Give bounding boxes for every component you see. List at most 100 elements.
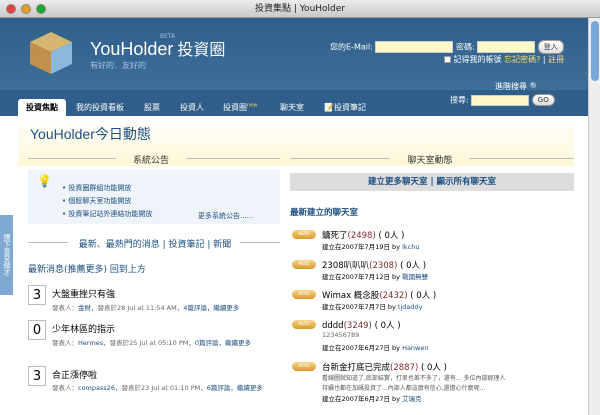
search-go-button[interactable]: GO bbox=[531, 94, 555, 106]
window-controls[interactable] bbox=[6, 4, 46, 14]
announcements-heading: 系統公告 bbox=[132, 156, 169, 166]
vertical-scrollbar[interactable] bbox=[588, 18, 600, 415]
divider bbox=[28, 158, 116, 159]
remember-checkbox[interactable] bbox=[444, 56, 451, 63]
lightbulb-icon: 💡 bbox=[37, 174, 52, 188]
announcement-item[interactable]: 投資筆記站外連結功能開放 bbox=[62, 209, 152, 219]
password-field[interactable] bbox=[477, 41, 536, 53]
meta-prefix: 發表人： bbox=[52, 339, 78, 347]
tab-label: 投資人 bbox=[180, 103, 204, 112]
read-more-link[interactable]: ，繼續更多 bbox=[207, 304, 240, 312]
meta-date: ，發表於28 Jul at 11:54 AM， bbox=[91, 304, 184, 312]
chatroom-number: (3249) bbox=[343, 321, 372, 331]
comments-link[interactable]: 4篇評論 bbox=[183, 304, 207, 312]
chatroom-title[interactable]: 2308叭叭叭(2308) ( 0人 ) bbox=[322, 259, 426, 271]
comments-link[interactable]: 6篇評論 bbox=[207, 384, 231, 392]
divider bbox=[290, 158, 390, 159]
minimize-icon[interactable] bbox=[21, 4, 31, 14]
scrollbar-thumb[interactable] bbox=[591, 21, 599, 81]
add-chatroom-button[interactable]: ADD bbox=[292, 260, 316, 269]
announcement-item[interactable]: 個股聊天室功能開放 bbox=[62, 196, 131, 206]
forgot-password-link[interactable]: 忘記密碼? bbox=[504, 55, 540, 64]
zoom-icon[interactable] bbox=[36, 4, 46, 14]
tab-investors[interactable]: 投資人 bbox=[172, 99, 212, 116]
meta-prefix: 發表人： bbox=[52, 384, 78, 392]
notes-icon: 📝 bbox=[324, 103, 334, 112]
tab-investment-circle[interactable]: 投資圈new bbox=[215, 99, 265, 116]
brand-logo[interactable]: YouHolder 投資圈 bbox=[90, 36, 225, 60]
tab-investment-focus[interactable]: 投資焦點 bbox=[18, 99, 66, 116]
online-count: ( 0人 ) bbox=[400, 261, 427, 271]
creator-link[interactable]: 戰國無雙 bbox=[402, 273, 428, 281]
recommend-more-link[interactable]: (推薦更多) bbox=[64, 265, 107, 275]
post-author[interactable]: Hermes bbox=[78, 339, 103, 347]
read-more-link[interactable]: ，繼續更多 bbox=[218, 339, 251, 347]
chatroom-title[interactable]: Wimax 概念股(2432) ( 0人 ) bbox=[322, 289, 436, 301]
create-chatroom-link[interactable]: 建立更多聊天室 bbox=[368, 177, 428, 187]
creator-link[interactable]: lkchu bbox=[402, 243, 419, 251]
tab-my-dashboard[interactable]: 我的投資看板 bbox=[68, 99, 132, 116]
email-field[interactable] bbox=[375, 41, 454, 53]
login-button[interactable]: 登入 bbox=[537, 40, 564, 54]
page: YouHolder 投資圈 BETA 有好的．友好的 您的E-Mail: 密碼: … bbox=[0, 18, 588, 415]
feedback-label: 做才 bbox=[3, 262, 11, 276]
chatroom-meta: 建立在2007年6月27日 by 艾瑞克 bbox=[322, 393, 422, 403]
add-chatroom-button[interactable]: ADD bbox=[292, 320, 316, 329]
brand-name: YouHolder bbox=[90, 39, 174, 59]
back-to-top-link[interactable]: 回到上方 bbox=[110, 265, 146, 275]
cube-logo-icon bbox=[30, 32, 72, 74]
separator: | bbox=[542, 55, 546, 64]
close-icon[interactable] bbox=[6, 4, 16, 14]
register-link[interactable]: 註冊 bbox=[548, 55, 564, 64]
comments-link[interactable]: 0篇評論 bbox=[195, 339, 219, 347]
show-all-chatrooms-link[interactable]: 顯示所有聊天室 bbox=[437, 177, 497, 187]
add-chatroom-button[interactable]: ADD bbox=[292, 230, 316, 239]
online-count: ( 0人 ) bbox=[410, 291, 437, 301]
creator-link[interactable]: tjdaddy bbox=[398, 303, 423, 311]
chatroom-description: 看線圖就知道了,底部結實，打呆也差不多了，還有... 多位內部經理人 bbox=[322, 375, 506, 382]
add-chatroom-button[interactable]: ADD bbox=[292, 362, 316, 371]
add-chatroom-button[interactable]: ADD bbox=[292, 290, 316, 299]
chatroom-title[interactable]: 鏞死了(2498) ( 0人 ) bbox=[322, 229, 404, 241]
window-title: 投資集點 | YouHolder bbox=[255, 4, 345, 14]
tab-notes[interactable]: 📝投資筆記 bbox=[316, 99, 374, 116]
tab-label: 投資筆記 bbox=[333, 103, 366, 112]
latest-news-label: 最新消息 bbox=[28, 265, 65, 275]
search-label: 搜尋: bbox=[450, 95, 469, 105]
chatroom-description: 持續也都在加碼投資了...內部人都這麼有信心,還擔心什麼呢... bbox=[322, 385, 486, 392]
feedback-side-tab[interactable]: 撰下意見做才 bbox=[0, 215, 13, 295]
site-header: YouHolder 投資圈 BETA 有好的．友好的 您的E-Mail: 密碼: … bbox=[0, 18, 588, 91]
creator-link[interactable]: Hanwen bbox=[402, 344, 428, 352]
chatroom-title[interactable]: 台新金打底已完成(2887) ( 0人 ) bbox=[322, 361, 447, 373]
post-title[interactable]: 合正漲停啦 bbox=[52, 368, 97, 381]
newest-chatrooms-heading: 最新建立的聊天室 bbox=[290, 208, 359, 218]
tab-chatroom[interactable]: 聊天室 bbox=[272, 99, 312, 116]
meta-date: ，發表於25 Jul at 05:10 PM， bbox=[103, 339, 195, 347]
latest-news-subheading: 最新消息(推薦更多) 回到上方 bbox=[28, 262, 146, 275]
chatroom-description: 123456789 bbox=[322, 331, 360, 339]
tab-label: 股票 bbox=[144, 103, 160, 112]
tab-stocks[interactable]: 股票 bbox=[136, 99, 168, 116]
chatroom-meta: 建立在2007年7月12日 by 戰國無雙 bbox=[322, 271, 428, 281]
creator-link[interactable]: 艾瑞克 bbox=[402, 395, 422, 403]
chatroom-number: (2887) bbox=[390, 363, 419, 373]
separator: | bbox=[427, 177, 437, 187]
more-announcements-link[interactable]: 更多系統公告...... bbox=[198, 211, 253, 221]
announcement-item[interactable]: 投資圈群組功能開放 bbox=[62, 183, 131, 193]
chatroom-meta: 建立在2007年7月19日 by lkchu bbox=[322, 241, 419, 251]
read-more-link[interactable]: ，繼續更多 bbox=[230, 384, 263, 392]
online-count: ( 0人 ) bbox=[378, 231, 405, 241]
chatroom-meta: 建立在2007年6月27日 by Hanwen bbox=[322, 342, 429, 352]
divider bbox=[186, 158, 280, 159]
post-title[interactable]: 少年林區的指示 bbox=[52, 322, 115, 335]
online-count: ( 0人 ) bbox=[420, 363, 447, 373]
chatroom-number: (2308) bbox=[369, 261, 398, 271]
page-title: YouHolder今日動態 bbox=[30, 126, 151, 142]
search-input[interactable] bbox=[471, 94, 530, 106]
post-title[interactable]: 大盤重挫只有強 bbox=[52, 287, 115, 300]
post-author[interactable]: compass26 bbox=[78, 384, 115, 392]
post-author[interactable]: 金財 bbox=[78, 304, 91, 312]
comment-count: 3 bbox=[28, 366, 46, 386]
chatroom-title[interactable]: dddd(3249) ( 0人 ) bbox=[322, 319, 401, 331]
search-bar: 搜尋: GO bbox=[450, 94, 555, 106]
